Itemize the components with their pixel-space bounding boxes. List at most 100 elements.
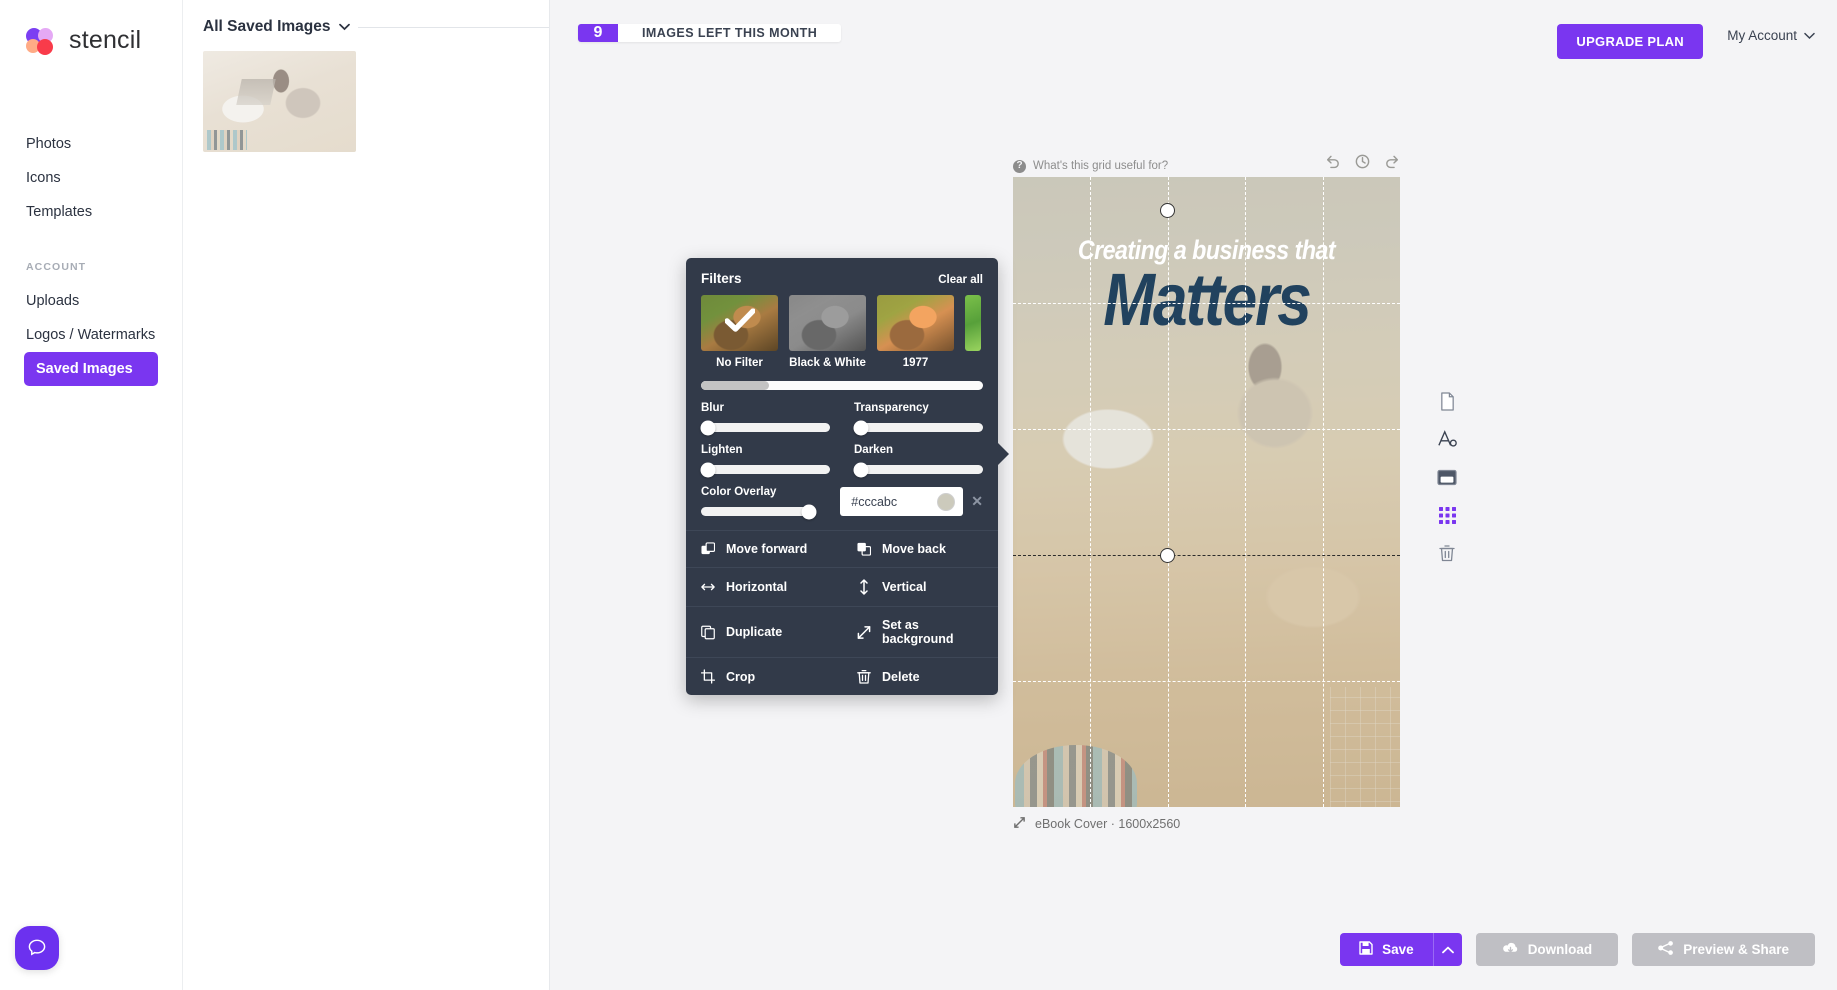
set-as-background-action[interactable]: Set as background [842,607,998,657]
sidebar-item-photos[interactable]: Photos [0,127,182,161]
slider-knob[interactable] [700,462,716,477]
grid-handle-top[interactable] [1160,203,1175,218]
slider-label: Blur [701,402,724,414]
color-clear-button[interactable]: ✕ [971,493,983,510]
slider-label: Lighten [701,444,743,456]
delete-icon [857,669,871,684]
chevron-down-icon[interactable] [338,18,350,36]
move-forward-action[interactable]: Move forward [686,531,842,567]
scrollbar-thumb[interactable] [701,381,769,390]
filter-preset-label: No Filter [716,357,763,369]
color-hex-input[interactable] [851,494,938,509]
canvas-size-label[interactable]: eBook Cover · 1600x2560 [1035,817,1180,831]
upgrade-plan-button[interactable]: UPGRADE PLAN [1557,24,1703,59]
flip-horizontal-action[interactable]: Horizontal [686,568,842,606]
slider-track[interactable] [853,462,983,477]
flip-vertical-action[interactable]: Vertical [842,568,998,606]
color-swatch[interactable] [937,492,956,511]
filter-preset-label: Black & White [789,357,866,369]
resize-icon[interactable] [1013,816,1026,832]
save-options-button[interactable] [1432,933,1462,966]
my-account-menu[interactable]: My Account [1727,28,1815,43]
save-label: Save [1382,942,1414,957]
saved-image-thumbnail[interactable] [203,51,356,152]
filter-presets-list: No Filter Black & White 1977 [686,295,998,369]
check-icon [723,308,756,338]
slider-knob[interactable] [853,420,869,435]
crop-icon [701,669,715,684]
delete-action[interactable]: Delete [842,658,998,695]
flip-horizontal-icon [701,582,715,592]
canvas-container: ? What's this grid useful for? Creating … [1013,153,1400,832]
help-chat-button[interactable] [15,926,59,970]
background-icon[interactable] [1436,466,1458,488]
filter-preset-1977[interactable]: 1977 [877,295,954,369]
history-controls [1325,153,1400,170]
topbar: 9 IMAGES LEFT THIS MONTH UPGRADE PLAN My… [550,0,1837,82]
brand-name: stencil [69,26,142,54]
filter-preset-black-and-white[interactable]: Black & White [789,295,866,369]
trash-icon[interactable] [1436,542,1458,564]
download-label: Download [1527,942,1593,957]
preview-share-button[interactable]: Preview & Share [1632,933,1815,966]
filter-preset-next[interactable] [965,295,981,369]
slider-track[interactable] [701,504,817,519]
action-row: Move forward Move back [686,531,998,568]
download-button[interactable]: Download [1475,933,1619,966]
undo-icon[interactable] [1325,153,1342,170]
sidebar-item-logos-watermarks[interactable]: Logos / Watermarks [0,318,182,352]
color-hex-field[interactable] [840,487,964,516]
action-label: Vertical [882,580,927,594]
grid-help-link[interactable]: What's this grid useful for? [1033,160,1168,172]
slider-color-overlay: Color Overlay [701,486,817,519]
crop-action[interactable]: Crop [686,658,842,695]
redo-icon[interactable] [1383,153,1400,170]
canvas-circuit-texture [1330,687,1400,807]
filter-preview-image [701,295,778,351]
design-canvas[interactable]: Creating a business that Matters [1013,177,1400,807]
sidebar-item-uploads[interactable]: Uploads [0,284,182,318]
slider-knob[interactable] [853,462,869,477]
save-button[interactable]: Save [1340,933,1433,966]
move-back-action[interactable]: Move back [842,531,998,567]
action-label: Move back [882,542,946,556]
slider-track[interactable] [700,462,830,477]
slider-knob[interactable] [700,420,716,435]
filter-preview-image [789,295,866,351]
slider-label: Transparency [854,402,929,414]
brand-logo[interactable]: stencil [0,0,182,55]
filters-header: Filters Clear all [686,258,998,295]
tool-rail [1430,390,1464,564]
canvas-headline-line2[interactable]: Matters [1044,263,1369,337]
history-clock-icon[interactable] [1354,153,1371,170]
filter-preview-image [965,295,981,351]
color-overlay-controls: ✕ [840,487,983,516]
text-icon[interactable] [1436,428,1458,450]
sidebar-section-account: ACCOUNT [26,261,87,273]
slider-knob[interactable] [801,504,817,519]
action-label: Move forward [726,542,808,556]
page-icon[interactable] [1436,390,1458,412]
clear-all-button[interactable]: Clear all [938,274,983,286]
move-forward-icon [701,542,715,556]
grid-icon[interactable] [1436,504,1458,526]
slider-track[interactable] [700,420,830,435]
save-button-group: Save [1340,933,1462,966]
sidebar-item-icons[interactable]: Icons [0,161,182,195]
filter-preset-no-filter[interactable]: No Filter [701,295,778,369]
chevron-up-icon [1441,946,1454,953]
slider-track[interactable] [853,420,983,435]
quota-label: IMAGES LEFT THIS MONTH [618,24,842,42]
slider-label: Darken [854,444,893,456]
main-editor-area: 9 IMAGES LEFT THIS MONTH UPGRADE PLAN My… [550,0,1837,990]
filter-presets-scrollbar[interactable] [701,381,983,390]
action-label: Duplicate [726,625,783,639]
sidebar-item-templates[interactable]: Templates [0,195,182,229]
sidebar-item-saved-images[interactable]: Saved Images [24,352,158,386]
action-label: Set as background [882,618,954,646]
action-row: Crop Delete [686,658,998,695]
sidebar-nav: Photos Icons Templates ACCOUNT Uploads L… [0,127,182,386]
grid-handle-bottom[interactable] [1160,548,1175,563]
duplicate-action[interactable]: Duplicate [686,607,842,657]
cloud-download-icon [1502,941,1519,958]
